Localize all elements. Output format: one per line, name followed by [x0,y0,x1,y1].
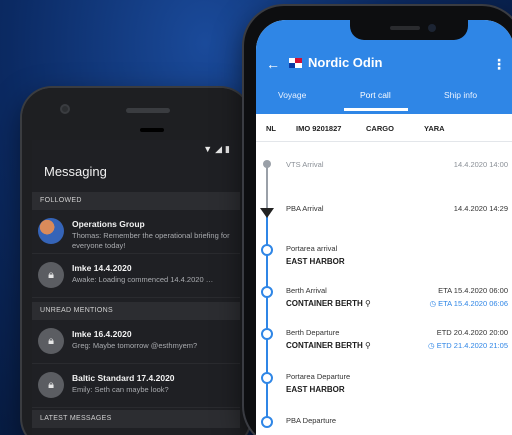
tab-ship-info[interactable]: Ship info [444,90,477,100]
iphone: ← Nordic Odin ⋮ Voyage Port call Ship in… [244,6,512,435]
event-time: 14.4.2020 14:00 [453,160,508,169]
timeline-dot [261,286,273,298]
event-label: PBA Departure [286,416,337,425]
wifi-icon: ▼ [203,144,213,154]
event-etd-updated: ◷ ETD 21.4.2020 21:05 [428,341,508,350]
port-call-screen: ← Nordic Odin ⋮ Voyage Port call Ship in… [256,20,512,435]
conversation-row[interactable]: Operations Group Thomas: Remember the op… [32,210,240,254]
battery-icon: ▮ [225,144,230,154]
conversation-preview: Awake: Loading commenced 14.4.2020 … [72,275,214,284]
conversation-name: Imke 16.4.2020 [72,329,132,339]
timeline-dot [261,416,273,428]
timeline-dot [261,328,273,340]
kebab-menu-icon[interactable]: ⋮ [492,56,506,73]
event-label: VTS Arrival [286,160,324,169]
event-time: 14.4.2020 14:29 [453,204,508,213]
ship-name: Nordic Odin [308,55,383,70]
event-label: Portarea arrival [286,244,338,253]
location-pin-icon: ⚲ [364,341,371,350]
timeline-dot [261,372,273,384]
earpiece-speaker [390,26,420,30]
event-place: CONTAINER BERTH ⚲ [286,341,371,350]
section-header-latest: LATEST MESSAGES [32,410,240,428]
front-camera [60,104,70,114]
section-header-followed: FOLLOWED [32,192,240,210]
id-flag-code: NL [266,124,276,133]
timeline-line-past [266,162,268,208]
tab-port-call[interactable]: Port call [360,90,391,100]
tab-voyage[interactable]: Voyage [278,90,306,100]
id-type: CARGO [366,124,394,133]
status-bar: ▼ ◢ ▮ [203,144,230,155]
conversation-row[interactable]: 🔒︎ Imke 14.4.2020 Awake: Loading commenc… [32,254,240,298]
group-avatar [38,218,64,244]
clock-icon: ◷ [429,299,436,308]
conversation-preview: Emily: Seth can maybe look? [72,385,169,394]
conversation-row[interactable]: 🔒︎ Imke 16.4.2020 Greg: Maybe tomorrow @… [32,320,240,364]
earpiece-speaker [126,108,170,113]
current-position-arrow-icon [260,208,274,218]
page-title: Messaging [44,164,107,179]
sensor-bar [140,128,164,132]
event-eta: ETA 15.4.2020 06:00 [438,286,508,295]
clock-icon: ◷ [428,341,435,350]
conversation-name: Imke 14.4.2020 [72,263,132,273]
lock-icon: 🔒︎ [38,328,64,354]
phone-notch [350,18,468,40]
phone-bezel [22,88,250,148]
timeline-dot-past [263,160,271,168]
id-agent: YARA [424,124,445,133]
event-label: PBA Arrival [286,204,324,213]
signal-icon: ◢ [215,144,223,154]
ship-identifiers: NL IMO 9201827 CARGO YARA [256,114,512,142]
event-eta-updated: ◷ ETA 15.4.2020 06:06 [429,299,508,308]
location-pin-icon: ⚲ [364,299,371,308]
front-camera [428,24,436,32]
event-label: Berth Arrival [286,286,327,295]
event-place: EAST HARBOR [286,257,345,266]
conversation-name: Baltic Standard 17.4.2020 [72,373,175,383]
lock-icon: 🔒︎ [38,262,64,288]
back-arrow-icon[interactable]: ← [266,56,280,72]
lock-icon: 🔒︎ [38,372,64,398]
section-header-unread: UNREAD MENTIONS [32,302,240,320]
android-phone: ▼ ◢ ▮ Messaging FOLLOWED Operations Grou… [22,88,250,435]
event-label: Berth Departure [286,328,340,337]
event-place: EAST HARBOR [286,385,345,394]
messaging-screen: ▼ ◢ ▮ Messaging FOLLOWED Operations Grou… [32,140,240,435]
conversation-row[interactable]: 🔒︎ Baltic Standard 17.4.2020 Emily: Seth… [32,364,240,408]
event-label: Portarea Departure [286,372,351,381]
event-etd: ETD 20.4.2020 20:00 [436,328,508,337]
conversation-preview: Greg: Maybe tomorrow @esthmyem? [72,341,198,350]
event-place: CONTAINER BERTH ⚲ [286,299,371,308]
active-tab-indicator [344,108,408,111]
conversation-preview: Thomas: Remember the operational briefin… [72,231,230,250]
panama-flag-icon [289,58,302,68]
timeline-dot [261,244,273,256]
conversation-name: Operations Group [72,219,145,229]
id-imo: IMO 9201827 [296,124,342,133]
